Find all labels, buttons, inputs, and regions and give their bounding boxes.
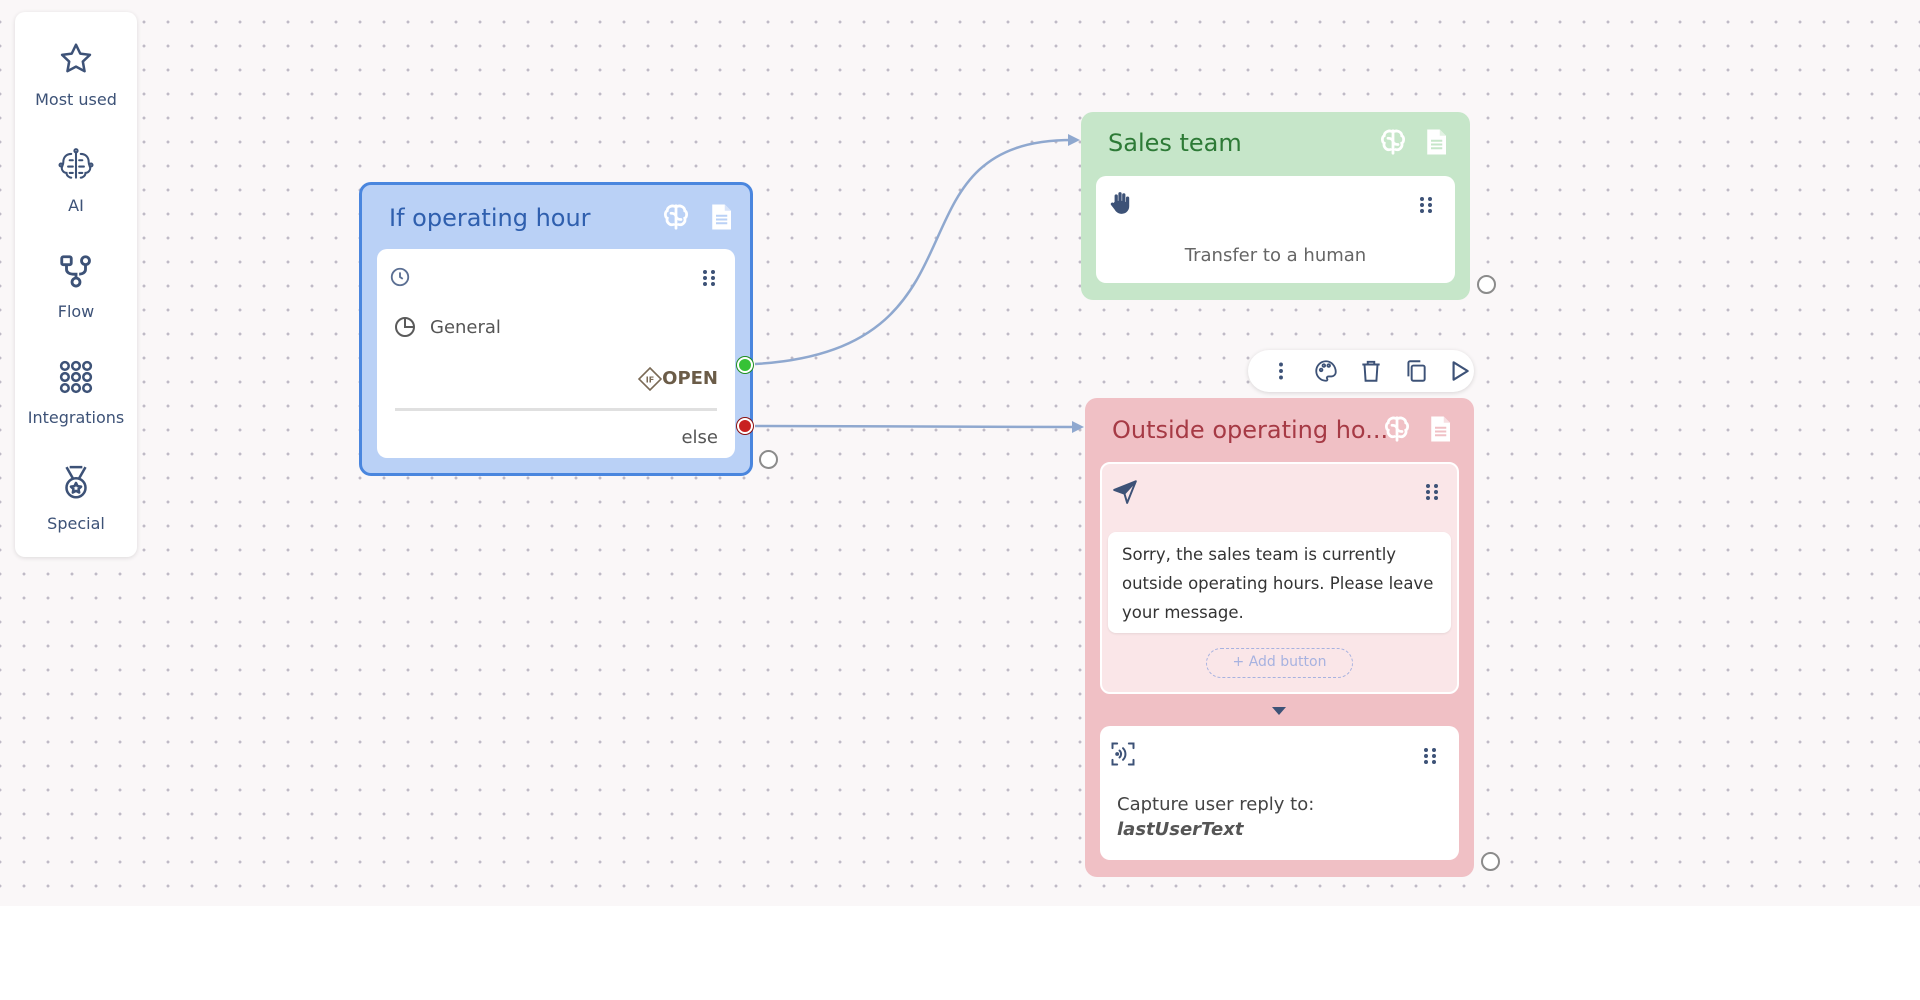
- port-output-sales-team[interactable]: [1477, 275, 1496, 294]
- node-sales-team[interactable]: Sales team Transfer to a human: [1081, 112, 1470, 300]
- add-button[interactable]: + Add button: [1206, 648, 1353, 678]
- send-message-card: Sorry, the sales team is currently outsi…: [1100, 462, 1459, 694]
- flow-branch-icon: [60, 255, 91, 288]
- ai-brain-icon[interactable]: [1378, 127, 1408, 157]
- open-branch-label: OPEN: [662, 368, 718, 389]
- play-icon: [1452, 361, 1469, 381]
- transfer-label: Transfer to a human: [1184, 245, 1367, 266]
- port-else[interactable]: [737, 418, 753, 434]
- node-if-operating-hour[interactable]: If operating hour General IF OPEN else: [359, 182, 753, 476]
- port-output-outside-hours[interactable]: [1481, 852, 1500, 871]
- port-open[interactable]: [737, 357, 753, 373]
- ai-brain-icon[interactable]: [661, 202, 691, 232]
- drag-handle-icon[interactable]: [1423, 482, 1441, 502]
- else-branch-label: else: [681, 427, 718, 448]
- color-button[interactable]: [1313, 358, 1339, 384]
- palette-label: Most used: [35, 90, 117, 109]
- star-icon: [60, 43, 92, 73]
- node-outside-operating-hours[interactable]: Outside operating ho... Sorry, the sales…: [1085, 398, 1474, 877]
- palette-label: Integrations: [27, 408, 125, 427]
- palette-item-special[interactable]: Special: [15, 444, 137, 544]
- palette-item-ai[interactable]: AI: [15, 126, 137, 226]
- clock-icon: [390, 267, 410, 287]
- drag-handle-icon[interactable]: [1421, 746, 1439, 766]
- notes-icon[interactable]: [1425, 414, 1455, 444]
- message-text[interactable]: Sorry, the sales team is currently outsi…: [1108, 532, 1451, 633]
- node-title: Sales team: [1108, 129, 1242, 157]
- palette-icon: [1315, 360, 1337, 382]
- more-options-button[interactable]: [1268, 358, 1294, 384]
- schedule-name: General: [430, 317, 501, 338]
- palette-item-most-used[interactable]: Most used: [15, 20, 137, 120]
- transfer-card: Transfer to a human: [1096, 176, 1455, 283]
- branch-divider: [395, 408, 717, 411]
- capture-reply-card: Capture user reply to: lastUserText: [1100, 726, 1459, 860]
- node-toolbar: [1248, 350, 1474, 392]
- listen-icon: [1111, 742, 1135, 766]
- node-title: Outside operating ho...: [1112, 416, 1389, 444]
- node-title: If operating hour: [389, 204, 591, 232]
- notes-icon[interactable]: [1421, 127, 1451, 157]
- medal-icon: [65, 465, 87, 499]
- hand-icon: [1110, 192, 1130, 214]
- flow-canvas[interactable]: [0, 0, 1920, 906]
- capture-label: Capture user reply to:: [1117, 794, 1315, 815]
- trash-icon: [1362, 360, 1380, 382]
- brain-circuit-icon: [58, 148, 94, 179]
- if-condition-icon: IF: [637, 366, 663, 392]
- ai-brain-icon[interactable]: [1382, 414, 1412, 444]
- grid-dots-icon: [59, 360, 93, 394]
- capture-variable: lastUserText: [1117, 819, 1244, 840]
- palette-label: AI: [68, 196, 84, 215]
- palette-item-integrations[interactable]: Integrations: [15, 338, 137, 438]
- notes-icon[interactable]: [706, 202, 736, 232]
- condition-card: General IF OPEN else: [377, 249, 735, 458]
- kebab-menu-icon: [1279, 362, 1283, 380]
- drag-handle-icon[interactable]: [700, 268, 718, 288]
- port-output-operating-hour[interactable]: [759, 450, 778, 469]
- copy-icon: [1407, 360, 1426, 382]
- duplicate-button[interactable]: [1403, 358, 1429, 384]
- test-run-button[interactable]: [1446, 358, 1472, 384]
- palette-item-flow[interactable]: Flow: [15, 232, 137, 332]
- svg-text:IF: IF: [646, 376, 654, 385]
- node-palette: Most used AI Flow Integrations Special: [15, 12, 137, 557]
- palette-label: Special: [47, 514, 105, 533]
- delete-button[interactable]: [1358, 358, 1384, 384]
- caret-down-icon: [1272, 707, 1286, 715]
- send-icon: [1113, 480, 1137, 504]
- schedule-pie-icon: [395, 317, 415, 337]
- drag-handle-icon[interactable]: [1417, 195, 1435, 215]
- palette-label: Flow: [57, 302, 95, 321]
